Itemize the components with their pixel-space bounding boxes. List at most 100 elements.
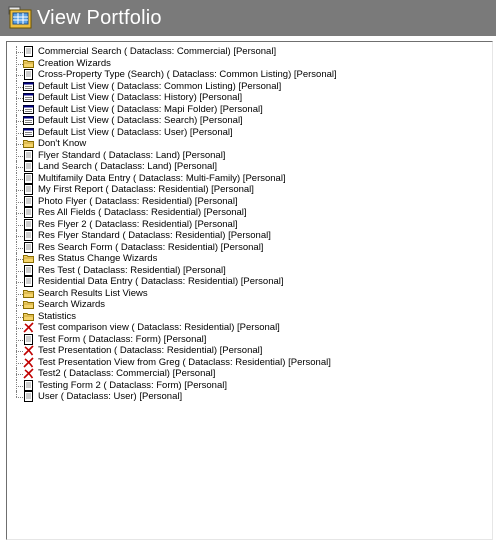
document-icon — [23, 161, 34, 173]
tree-connector — [7, 103, 23, 116]
tree-item-label: Test comparison view ( Dataclass: Reside… — [38, 322, 280, 333]
document-icon — [23, 391, 34, 403]
folder-icon — [23, 58, 34, 69]
tree-connector — [7, 287, 23, 300]
tree-item[interactable]: Test comparison view ( Dataclass: Reside… — [7, 322, 337, 334]
tree-item[interactable]: Default List View ( Dataclass: Search) [… — [7, 115, 337, 127]
tree-item[interactable]: Res All Fields ( Dataclass: Residential)… — [7, 207, 337, 219]
window-title: View Portfolio — [37, 6, 162, 29]
tree-item[interactable]: Default List View ( Dataclass: Common Li… — [7, 80, 337, 93]
tree-connector — [7, 299, 23, 311]
tree-item[interactable]: Res Search Form ( Dataclass: Residential… — [7, 241, 337, 254]
tree-item-label: Res Test ( Dataclass: Residential) [Pers… — [38, 264, 226, 276]
document-icon — [23, 276, 34, 288]
tree-item[interactable]: Creation Wizards — [7, 57, 337, 70]
tree-item[interactable]: My First Report ( Dataclass: Residential… — [7, 184, 337, 196]
tree-item[interactable]: Statistics — [7, 310, 337, 323]
tree-item[interactable]: Testing Form 2 ( Dataclass: Form) [Perso… — [7, 379, 337, 392]
tree-connector — [7, 195, 23, 208]
tree-item[interactable]: Cross-Property Type (Search) ( Dataclass… — [7, 69, 337, 81]
tree-item-label: Default List View ( Dataclass: Search) [… — [38, 115, 243, 126]
tree-connector — [7, 264, 23, 277]
tree-item[interactable]: Don't Know — [7, 138, 337, 150]
tree-connector — [7, 149, 23, 162]
folder-icon — [23, 138, 34, 149]
tree-connector — [7, 161, 23, 173]
view-portfolio-window: View Portfolio Commercial Search ( Datac… — [0, 0, 496, 543]
tree-connector — [7, 80, 23, 93]
portfolio-tree[interactable]: Commercial Search ( Dataclass: Commercia… — [6, 41, 493, 540]
tree-connector — [7, 253, 23, 265]
tree-item[interactable]: Default List View ( Dataclass: User) [Pe… — [7, 126, 337, 139]
tree-connector — [7, 356, 23, 369]
tree-connector — [7, 230, 23, 242]
tree-item[interactable]: Res Flyer Standard ( Dataclass: Resident… — [7, 230, 337, 242]
tree-item-label: Default List View ( Dataclass: User) [Pe… — [38, 126, 233, 138]
tree-connector — [7, 322, 23, 334]
tree-item-label: Commercial Search ( Dataclass: Commercia… — [38, 46, 277, 57]
tree-item[interactable]: Test Form ( Dataclass: Form) [Personal] — [7, 333, 337, 346]
red-x-icon — [23, 357, 34, 368]
tree-item[interactable]: Test Presentation View from Greg ( Datac… — [7, 356, 337, 369]
tree-item-label: Test Presentation ( Dataclass: Residenti… — [38, 345, 263, 356]
folder-icon — [23, 253, 34, 264]
tree-item[interactable]: Residential Data Entry ( Dataclass: Resi… — [7, 276, 337, 288]
tree-item-label: Default List View ( Dataclass: History) … — [38, 92, 243, 103]
tree-item[interactable]: Land Search ( Dataclass: Land) [Personal… — [7, 161, 337, 173]
tree-item[interactable]: Commercial Search ( Dataclass: Commercia… — [7, 46, 337, 58]
red-x-icon — [23, 322, 34, 333]
tree-item[interactable]: Res Test ( Dataclass: Residential) [Pers… — [7, 264, 337, 277]
tree-item-label: Cross-Property Type (Search) ( Dataclass… — [38, 69, 337, 80]
tree-connector — [7, 333, 23, 346]
tree-item[interactable]: Multifamily Data Entry ( Dataclass: Mult… — [7, 172, 337, 185]
tree-connector — [7, 379, 23, 392]
tree-connector — [7, 368, 23, 380]
folder-icon — [23, 299, 34, 310]
folder-icon — [23, 311, 34, 322]
document-icon — [23, 149, 34, 161]
tree-item[interactable]: Default List View ( Dataclass: History) … — [7, 92, 337, 104]
portfolio-icon — [7, 5, 33, 31]
tree-connector — [7, 276, 23, 288]
list-view-icon — [23, 92, 34, 103]
tree-item-label: My First Report ( Dataclass: Residential… — [38, 184, 254, 195]
tree-item[interactable]: Photo Flyer ( Dataclass: Residential) [P… — [7, 195, 337, 208]
tree-item[interactable]: Search Wizards — [7, 299, 337, 311]
document-icon — [23, 195, 34, 207]
document-icon — [23, 241, 34, 253]
document-icon — [23, 333, 34, 345]
tree-item-label: Don't Know — [38, 138, 87, 149]
document-icon — [23, 184, 34, 196]
tree-item[interactable]: Res Flyer 2 ( Dataclass: Residential) [P… — [7, 218, 337, 231]
tree-item-label: Res All Fields ( Dataclass: Residential)… — [38, 207, 247, 218]
tree-item[interactable]: Test2 ( Dataclass: Commercial) [Personal… — [7, 368, 337, 380]
document-icon — [23, 69, 34, 81]
tree-item-label: Statistics — [38, 310, 77, 322]
tree-item[interactable]: Res Status Change Wizards — [7, 253, 337, 265]
tree-connector — [7, 138, 23, 150]
tree-connector — [7, 184, 23, 196]
tree-item[interactable]: Default List View ( Dataclass: Mapi Fold… — [7, 103, 337, 116]
document-icon — [23, 207, 34, 219]
tree-item-label: Search Wizards — [38, 299, 106, 310]
tree-connector — [7, 115, 23, 127]
document-icon — [23, 46, 34, 58]
tree-item[interactable]: Search Results List Views — [7, 287, 337, 300]
tree-item[interactable]: Test Presentation ( Dataclass: Residenti… — [7, 345, 337, 357]
tree-item-label: Search Results List Views — [38, 287, 148, 299]
tree-item[interactable]: Flyer Standard ( Dataclass: Land) [Perso… — [7, 149, 337, 162]
document-icon — [23, 379, 34, 391]
tree-item[interactable]: User ( Dataclass: User) [Personal] — [7, 391, 337, 403]
list-view-icon — [23, 81, 34, 92]
tree-item-label: Default List View ( Dataclass: Common Li… — [38, 80, 282, 92]
list-view-icon — [23, 115, 34, 126]
tree-item-label: Residential Data Entry ( Dataclass: Resi… — [38, 276, 284, 287]
tree-item-label: Test2 ( Dataclass: Commercial) [Personal… — [38, 368, 216, 379]
tree-item-label: User ( Dataclass: User) [Personal] — [38, 391, 183, 402]
tree-connector — [7, 92, 23, 104]
tree-connector — [7, 241, 23, 254]
tree-connector — [7, 57, 23, 70]
document-icon — [23, 218, 34, 230]
list-view-icon — [23, 127, 34, 138]
document-icon — [23, 230, 34, 242]
